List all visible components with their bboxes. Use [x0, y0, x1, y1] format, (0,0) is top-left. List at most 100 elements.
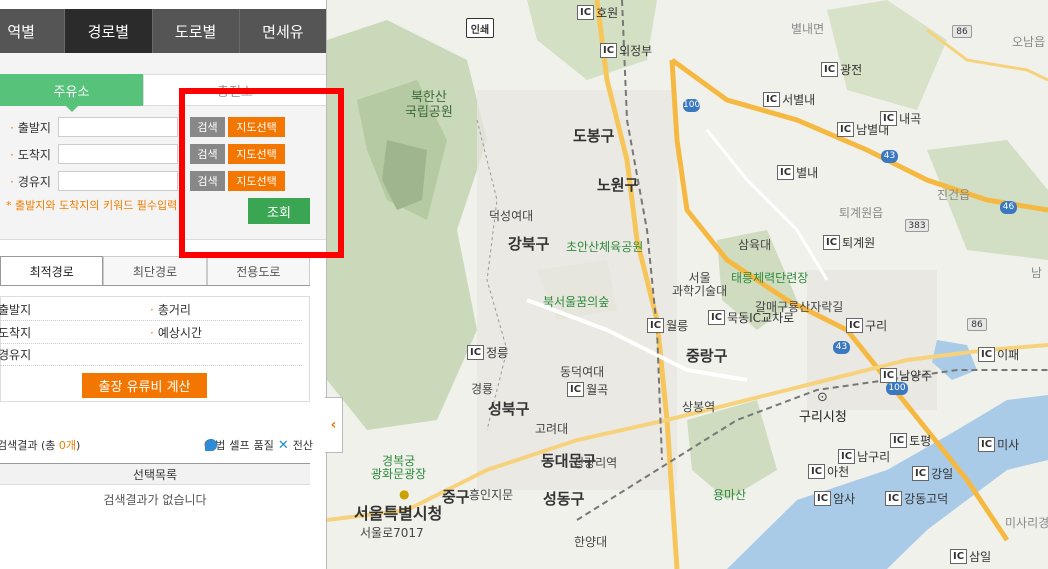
map-ic-ipae: IC 이패: [978, 346, 1019, 363]
map-district-dobong: 도봉구: [573, 127, 615, 145]
route-shield-383: 383: [905, 219, 929, 232]
tab-gas-station[interactable]: 주유소: [0, 74, 143, 112]
map-ic-uijeongbu: IC 의정부: [600, 42, 652, 59]
map-park-choansan: 초안산체육공원: [566, 240, 644, 254]
map-place-heunginjimun: 흥인지문: [469, 488, 514, 502]
seoul-hall-marker-icon: ●: [399, 487, 410, 501]
tab-by-station[interactable]: 역별: [0, 9, 66, 53]
route-summary: 출발지 · 총거리 도착지 · 예상시간 경유지 출장 유류비 계산: [0, 296, 310, 402]
map-ic-guri: IC 구리: [846, 317, 887, 334]
map-ic-acheon: IC 아천: [808, 463, 849, 480]
map-seoultech: 서울 과학기술대: [672, 271, 728, 298]
map-place-onam: 오남읍: [1012, 35, 1046, 49]
map-place-toegyewon: 퇴계원읍: [839, 206, 884, 220]
map-district-seongdong: 성동구: [543, 490, 585, 508]
origin-input[interactable]: [58, 117, 178, 137]
map-place-cheongnyangni: 청량리역: [573, 456, 618, 470]
map-ic-misa: IC 미사: [978, 436, 1019, 453]
tab-tax-free-oil[interactable]: 면세유: [239, 9, 326, 53]
east-hills: [827, 0, 947, 110]
map-district-nowon: 노원구: [597, 176, 639, 194]
summary-waypoint: 경유지: [0, 348, 32, 362]
map-ic-gwangjeon: IC 광전: [821, 61, 862, 78]
results-count: 0개: [58, 439, 77, 452]
map-ic-jeongneung: IC 정릉: [467, 344, 508, 361]
route-shield-86-south: 86: [967, 318, 987, 331]
map-ic-seobyeollae: IC 서별내: [763, 91, 815, 108]
summary-estimated-time: 예상시간: [157, 326, 202, 340]
route-shield-43: 43: [881, 150, 898, 163]
map-ic-byeollae: IC 별내: [777, 164, 818, 181]
map-yongmasan: 용마산: [713, 488, 747, 502]
tab-by-road[interactable]: 도로별: [152, 9, 240, 53]
map-place-byeollae: 별내면: [791, 22, 825, 36]
destination-label: 도착지: [17, 147, 51, 162]
results-legend: ⃠불법 S셀프 품질 ✕전산: [205, 437, 313, 453]
collapse-panel-button[interactable]: ‹: [325, 397, 343, 453]
map-district-jung: 중구: [442, 488, 470, 506]
map-gyeongbokgung: 경복궁 광화문광장: [371, 454, 427, 481]
map-park-bukhansan: 북한산 국립공원: [405, 90, 453, 120]
map-place-nam: 남: [1031, 266, 1043, 280]
map-ic-howon: IC 호원: [577, 4, 618, 21]
destination-row: · 도착지: [10, 144, 178, 164]
summary-total-distance: 총거리: [157, 303, 191, 317]
tab-shortest-route[interactable]: 최단경로: [103, 256, 207, 285]
map-ic-naegok: IC 내곡: [880, 110, 921, 127]
map-ic-gangil: IC 강일: [912, 465, 953, 482]
han-river: [727, 395, 1048, 569]
tab-by-route[interactable]: 경로별: [65, 9, 153, 53]
map-guri-city-hall: 구리시청: [799, 410, 847, 425]
bukhansan-area: [327, 20, 487, 430]
map-place-korea-univ: 고려대: [535, 422, 569, 436]
city-hall-marker-icon: ⊙: [817, 390, 828, 405]
yongmasan-area: [687, 400, 777, 500]
selection-empty-message: 검색결과가 없습니다: [103, 493, 207, 507]
summary-origin: 출발지: [0, 303, 32, 317]
map-place-sangbong: 상봉역: [682, 400, 716, 414]
required-keyword-notice: * 출발지와 도착지의 키워드 필수입력: [6, 199, 178, 212]
calc-travel-fuel-cost-button[interactable]: 출장 유류비 계산: [82, 373, 207, 398]
waypoint-row: · 경유지: [10, 171, 178, 191]
map-place-duksung: 덕성여대: [489, 209, 534, 223]
map-ic-mukdong: IC 묵동IC교차로: [708, 309, 794, 326]
route-type-tabs: 최적경로 최단경로 전용도로: [0, 256, 310, 286]
origin-row: · 출발지: [10, 117, 178, 137]
map-place-misa: 미사리경정: [1005, 516, 1048, 530]
route-shield-86: 86: [952, 25, 972, 38]
map-district-jungnang: 중랑구: [686, 347, 728, 365]
map-ic-wolleung: IC 월릉: [647, 317, 688, 334]
map-ic-amsa: IC 암사: [814, 490, 855, 507]
map-park-dream-forest: 북서울꿈의숲: [543, 295, 610, 309]
map-ic-toegyewon: IC 퇴계원: [823, 234, 875, 251]
map-place-hanyang: 한양대: [574, 535, 608, 549]
computerized-icon: ✕: [277, 437, 289, 453]
map-ic-wolgok: IC 월곡: [567, 381, 608, 398]
waypoint-input[interactable]: [58, 171, 178, 191]
tab-motorway-route[interactable]: 전용도로: [206, 256, 310, 285]
main-tab-bar: 역별 경로별 도로별 면세유: [0, 9, 326, 53]
quality-drop-icon: [205, 439, 218, 451]
map-place-seoullo: 서울로7017: [360, 526, 424, 540]
map-place-sahmyook: 삼육대: [738, 238, 772, 252]
route-shield-46: 46: [1000, 201, 1017, 214]
selection-list-header: 선택목록: [0, 463, 310, 485]
summary-destination: 도착지: [0, 326, 32, 340]
route-shield-43-south: 43: [833, 341, 850, 354]
annotation-highlight-box: [179, 88, 344, 258]
destination-input[interactable]: [58, 144, 178, 164]
tab-optimal-route[interactable]: 최적경로: [0, 256, 104, 285]
map-district-gangbuk: 강북구: [508, 235, 550, 253]
print-button[interactable]: 인쇄: [466, 18, 494, 38]
route-shield-100-south: 100: [886, 382, 908, 395]
map-district-seongbuk: 성북구: [488, 400, 530, 418]
route-shield-100: 100: [683, 99, 701, 112]
waypoint-label: 경유지: [17, 174, 51, 189]
map-view[interactable]: 인쇄 북한산 국립공원 초안산체육공원 북서울꿈의숲 서울 과학기술대 태릉체력단련…: [327, 0, 1048, 569]
origin-label: 출발지: [17, 120, 51, 135]
map-ic-gangdong-godeok: IC 강동고덕: [885, 490, 948, 507]
side-panel: 역별 경로별 도로별 면세유 주유소 충전소 · 출발지 검색 지도선택 · 도착지…: [0, 0, 327, 569]
map-ic-samil: IC 삼일: [950, 548, 991, 565]
wangsuk-stream: [932, 340, 977, 380]
map-place-dongduk: 동덕여대: [560, 365, 605, 379]
